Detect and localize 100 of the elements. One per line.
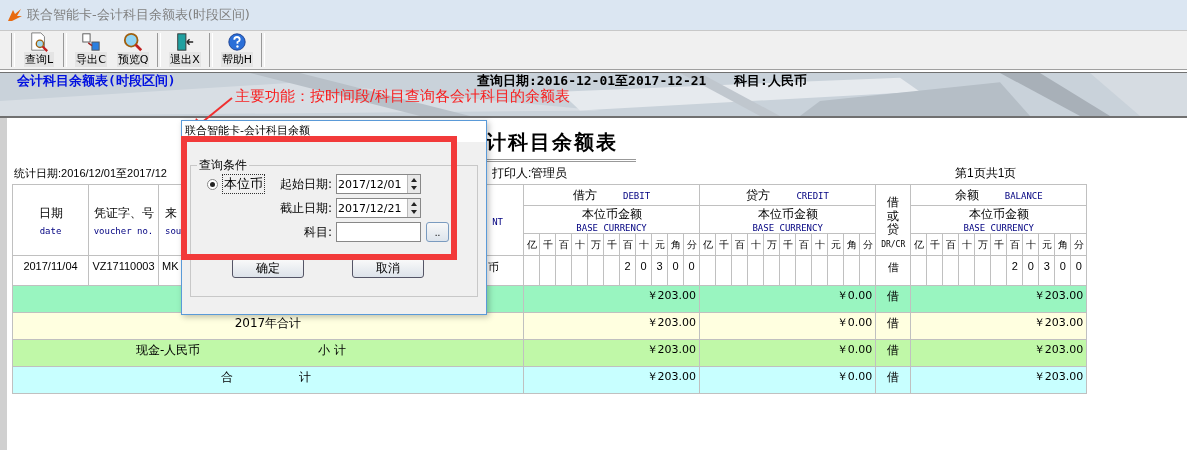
column-header: 凭证字、号 voucher no. (88, 184, 159, 256)
table-cell: ￥0.00 (699, 285, 876, 313)
column-header: 借或贷 DR/CR (875, 184, 911, 256)
period-label: 统计日期:2016/12/01至2017/12 (14, 166, 167, 179)
column-header: 千 (603, 233, 620, 256)
column-header: 百 (731, 233, 748, 256)
summary-label: 合 (221, 369, 233, 386)
table-cell (763, 255, 780, 286)
toolbar-button[interactable]: 帮助H (216, 32, 258, 68)
column-header: 元 (827, 233, 844, 256)
column-header: 元 (651, 233, 668, 256)
toolbar-button[interactable]: 预览Q (112, 32, 154, 68)
date-field[interactable]: 2017/12/01 (336, 174, 421, 194)
field-label: 科目: (302, 223, 333, 241)
column-header: 百 (795, 233, 812, 256)
table-cell: 0 (635, 255, 652, 286)
page-number: 第1页共1页 (955, 164, 1017, 182)
column-header: 十 (747, 233, 764, 256)
column-header: 千 (779, 233, 796, 256)
table-cell: ￥203.00 (523, 285, 700, 313)
browse-button[interactable]: .. (426, 222, 449, 242)
table-cell (827, 255, 844, 286)
up-arrow-icon[interactable] (408, 176, 420, 184)
table-cell: ￥203.00 (523, 339, 700, 367)
table-cell (910, 255, 927, 286)
field-label: 截止日期: (278, 199, 333, 217)
export-icon (81, 32, 101, 52)
toolbar-button[interactable]: 导出C (70, 32, 112, 68)
table-cell: 2017/11/04 (12, 255, 89, 286)
document-search-icon (29, 32, 49, 52)
radio-button[interactable] (207, 178, 218, 190)
column-header: 十 (958, 233, 975, 256)
table-cell (747, 255, 764, 286)
table-cell (731, 255, 748, 286)
column-header: 万 (587, 233, 604, 256)
table-cell: 借 (875, 255, 911, 286)
table-cell: 借 (875, 285, 911, 313)
column-header: 余额 BALANCE (910, 184, 1087, 206)
column-header: 本位币金额 BASE CURRENCY (523, 205, 700, 234)
column-header: 本位币金额 BASE CURRENCY (699, 205, 876, 234)
table-cell: ￥203.00 (910, 366, 1087, 394)
column-header: 千 (539, 233, 556, 256)
table-cell (990, 255, 1007, 286)
window-title: 联合智能卡-会计科目余额表(时段区间) (27, 6, 250, 24)
column-header: 千 (926, 233, 943, 256)
table-cell (715, 255, 732, 286)
table-cell (926, 255, 943, 286)
column-header: 亿 (523, 233, 540, 256)
column-header: 百 (619, 233, 636, 256)
column-header: 十 (811, 233, 828, 256)
summary-label: 小 计 (318, 342, 347, 359)
subject-label: 科目:人民币 (734, 74, 807, 88)
table-cell: ￥0.00 (699, 312, 876, 340)
table-cell: ￥203.00 (523, 312, 700, 340)
table-cell: 0 (667, 255, 684, 286)
column-header: 借方 DEBIT (523, 184, 700, 206)
help-icon (227, 32, 247, 52)
table-cell: 0 (1070, 255, 1087, 286)
down-arrow-icon[interactable] (408, 184, 420, 192)
printer-label: 打印人:管理员 (492, 164, 569, 182)
subject-field[interactable] (336, 222, 421, 242)
table-cell: 0 (1054, 255, 1071, 286)
column-header: 分 (683, 233, 700, 256)
toolbar-button[interactable]: 查询L (18, 32, 60, 68)
column-header: 十 (571, 233, 588, 256)
annotation-text: 主要功能：按时间段/科目查询各会计科目的余额表 (235, 88, 571, 104)
summary-label: 计 (299, 369, 311, 386)
table-cell: ￥0.00 (699, 339, 876, 367)
down-arrow-icon[interactable] (408, 208, 420, 216)
table-cell (958, 255, 975, 286)
dialog-button[interactable]: 取消 (352, 258, 424, 278)
table-cell: 借 (875, 312, 911, 340)
table-cell: 2 (1006, 255, 1023, 286)
column-header: 贷方 CREDIT (699, 184, 876, 206)
table-cell: 借 (875, 366, 911, 394)
table-cell (523, 255, 540, 286)
column-header: 亿 (699, 233, 716, 256)
summary-label: 现金-人民币 (136, 342, 201, 359)
table-cell: 2 (619, 255, 636, 286)
dialog-button[interactable]: 确定 (232, 258, 304, 278)
date-field[interactable]: 2017/12/21 (336, 198, 421, 218)
table-cell (942, 255, 959, 286)
exit-door-icon (175, 32, 195, 52)
table-cell (859, 255, 876, 286)
summary-label: 2017年合计 (234, 315, 302, 332)
toolbar-button[interactable]: 退出X (164, 32, 206, 68)
search-icon (123, 32, 143, 52)
table-cell (699, 255, 716, 286)
column-header: 万 (974, 233, 991, 256)
table-cell (811, 255, 828, 286)
radio-label[interactable]: 本位币 (222, 174, 265, 194)
table-cell: ￥0.00 (699, 366, 876, 394)
column-header: 角 (1054, 233, 1071, 256)
column-header: 角 (843, 233, 860, 256)
column-header: 元 (1038, 233, 1055, 256)
table-cell (843, 255, 860, 286)
table-cell (779, 255, 796, 286)
column-header: 角 (667, 233, 684, 256)
up-arrow-icon[interactable] (408, 200, 420, 208)
table-cell (603, 255, 620, 286)
